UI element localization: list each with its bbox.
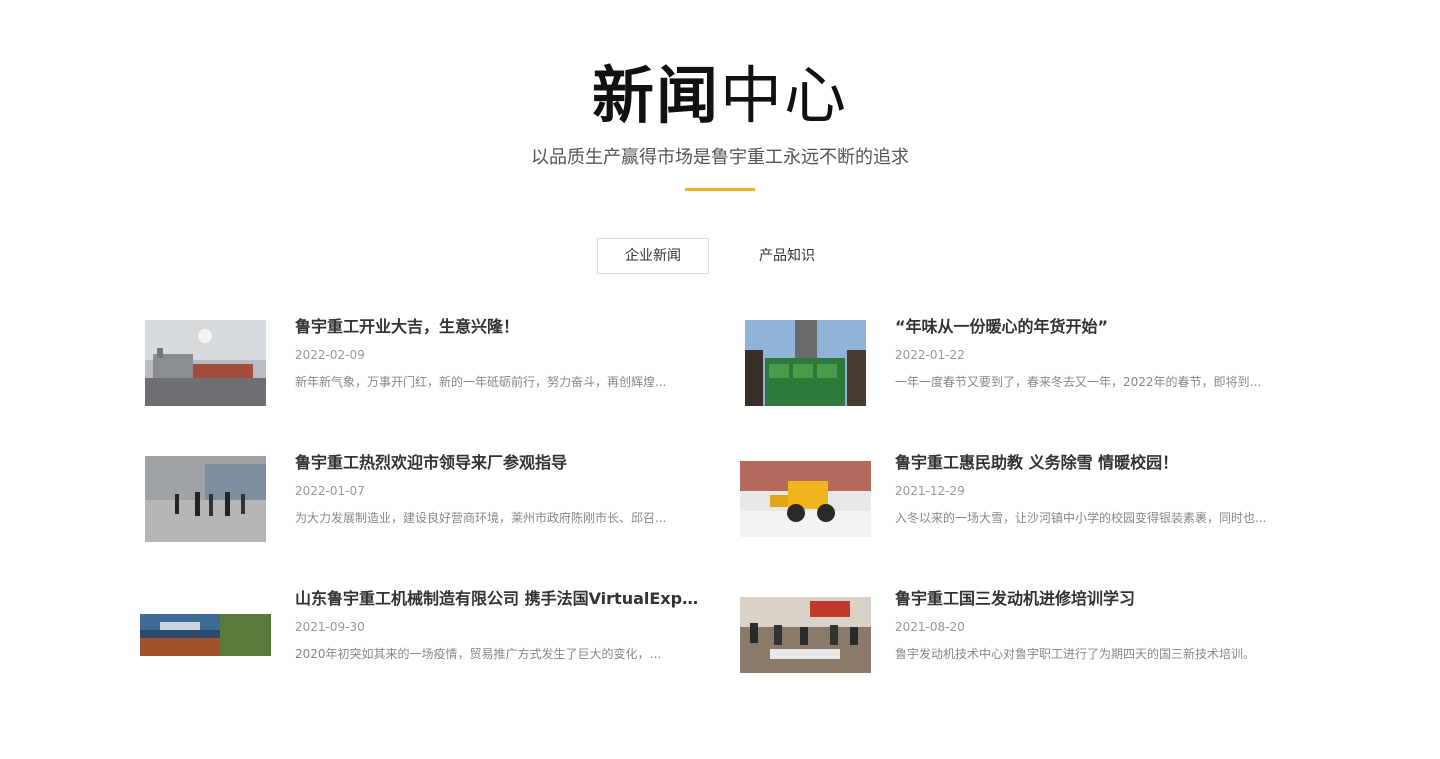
title-light: 中心: [720, 59, 849, 132]
news-date: 2022-02-09: [295, 348, 365, 362]
news-summary: 新年新气象，万事开门红，新的一年砥砺前行，努力奋斗，再创辉煌...: [295, 375, 667, 389]
news-item[interactable]: “年味从一份暖心的年货开始” 2022-01-22 一年一度春节又要到了，春来冬…: [740, 316, 1300, 410]
news-title[interactable]: 山东鲁宇重工机械制造有限公司 携手法国VirtualExpo...: [295, 588, 705, 610]
news-date: 2022-01-07: [295, 484, 365, 498]
news-thumbnail[interactable]: [140, 452, 271, 546]
news-date: 2021-12-29: [895, 484, 965, 498]
news-summary: 入冬以来的一场大雪，让沙河镇中小学的校园变得银装素裹，同时也...: [895, 511, 1267, 525]
tab-company-news[interactable]: 企业新闻: [597, 238, 709, 274]
news-thumbnail[interactable]: [140, 316, 271, 410]
page-subtitle: 以品质生产赢得市场是鲁宇重工永远不断的追求: [531, 147, 909, 168]
news-summary: 为大力发展制造业，建设良好营商环境，莱州市政府陈刚市长、邱召...: [295, 511, 667, 525]
news-thumbnail[interactable]: [740, 452, 871, 546]
news-title[interactable]: 鲁宇重工热烈欢迎市领导来厂参观指导: [295, 452, 705, 474]
news-item[interactable]: 鲁宇重工热烈欢迎市领导来厂参观指导 2022-01-07 为大力发展制造业，建设…: [140, 452, 740, 546]
tab-product-knowledge[interactable]: 产品知识: [731, 238, 843, 274]
news-title[interactable]: 鲁宇重工国三发动机进修培训学习: [895, 588, 1300, 610]
news-title[interactable]: “年味从一份暖心的年货开始”: [895, 316, 1300, 338]
title-bold: 新闻: [591, 59, 720, 132]
news-date: 2021-09-30: [295, 620, 365, 634]
page-title: 新闻中心: [0, 56, 1440, 136]
news-summary: 一年一度春节又要到了，春来冬去又一年，2022年的春节，即将到来...: [895, 375, 1267, 389]
news-item[interactable]: 山东鲁宇重工机械制造有限公司 携手法国VirtualExpo... 2021-0…: [140, 588, 740, 682]
news-thumbnail[interactable]: [740, 588, 871, 682]
news-title[interactable]: 鲁宇重工惠民助教 义务除雪 情暖校园！: [895, 452, 1300, 474]
news-thumbnail[interactable]: [740, 316, 871, 410]
section-header: 新闻中心 以品质生产赢得市场是鲁宇重工永远不断的追求: [0, 56, 1440, 191]
news-date: 2021-08-20: [895, 620, 965, 634]
news-item[interactable]: 鲁宇重工国三发动机进修培训学习 2021-08-20 鲁宇发动机技术中心对鲁宇职…: [740, 588, 1300, 682]
news-item[interactable]: 鲁宇重工惠民助教 义务除雪 情暖校园！ 2021-12-29 入冬以来的一场大雪…: [740, 452, 1300, 546]
title-accent-bar: [685, 188, 755, 191]
news-title[interactable]: 鲁宇重工开业大吉，生意兴隆！: [295, 316, 705, 338]
news-summary: 2020年初突如其来的一场疫情，贸易推广方式发生了巨大的变化，以...: [295, 647, 667, 661]
news-tabs: 企业新闻 产品知识: [0, 238, 1440, 274]
news-summary: 鲁宇发动机技术中心对鲁宇职工进行了为期四天的国三新技术培训。: [895, 647, 1256, 661]
news-item[interactable]: 鲁宇重工开业大吉，生意兴隆！ 2022-02-09 新年新气象，万事开门红，新的…: [140, 316, 740, 410]
news-list: 鲁宇重工开业大吉，生意兴隆！ 2022-02-09 新年新气象，万事开门红，新的…: [140, 316, 1300, 682]
news-thumbnail[interactable]: [140, 588, 271, 682]
news-date: 2022-01-22: [895, 348, 965, 362]
